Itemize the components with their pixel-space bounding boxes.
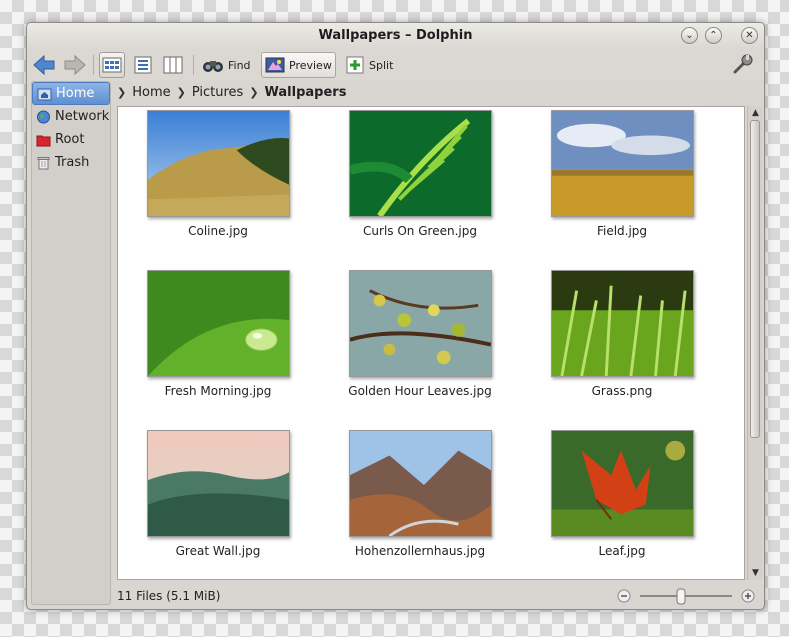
back-arrow-icon[interactable]	[32, 54, 56, 76]
forward-arrow-icon[interactable]	[63, 54, 87, 76]
file-item[interactable]: Fresh Morning.jpg	[138, 270, 298, 398]
file-item[interactable]: Field.jpg	[542, 110, 702, 238]
breadcrumb-chevron-icon: ❯	[117, 85, 127, 99]
dolphin-window: Wallpapers – Dolphin ⌄ ⌃ ✕ Find Preview …	[26, 22, 765, 610]
find-button[interactable]: Find	[199, 52, 254, 78]
file-name: Leaf.jpg	[598, 544, 646, 558]
columns-view-icon	[163, 56, 183, 74]
breadcrumb-chevron-icon: ❯	[176, 85, 186, 99]
columns-view-button[interactable]	[160, 52, 186, 78]
home-icon	[37, 88, 52, 100]
place-label: Trash	[55, 155, 90, 170]
thumbnail-hohenzollernhaus	[348, 430, 492, 537]
file-name: Field.jpg	[596, 224, 648, 238]
globe-icon	[37, 110, 50, 123]
breadcrumb-pictures[interactable]: Pictures	[192, 85, 243, 100]
wrench-icon[interactable]	[732, 53, 754, 75]
title-bar[interactable]: Wallpapers – Dolphin ⌄ ⌃ ✕	[27, 23, 764, 49]
file-item[interactable]: Leaf.jpg	[542, 430, 702, 558]
file-item[interactable]: Curls On Green.jpg	[340, 110, 500, 238]
file-view: Coline.jpg Curls On Green.jpg Field.jpg	[117, 106, 745, 580]
breadcrumb-home[interactable]: Home	[132, 85, 170, 100]
preview-label: Preview	[289, 58, 332, 72]
file-name: Grass.png	[591, 384, 653, 398]
place-network[interactable]: Network	[32, 105, 110, 128]
file-item[interactable]: Great Wall.jpg	[138, 430, 298, 558]
zoom-slider-handle	[676, 588, 686, 605]
place-label: Root	[55, 132, 85, 147]
file-item[interactable]: Coline.jpg	[138, 110, 298, 238]
icons-view-button[interactable]	[99, 52, 125, 78]
thumbnail-golden-hour-leaves	[348, 270, 492, 377]
file-name: Fresh Morning.jpg	[164, 384, 272, 398]
breadcrumb-wallpapers[interactable]: Wallpapers	[265, 85, 347, 100]
trash-icon	[37, 156, 50, 169]
split-label: Split	[369, 58, 394, 72]
minimize-button[interactable]: ⌄	[681, 27, 698, 44]
toolbar-separator	[93, 55, 94, 75]
place-home[interactable]: Home	[32, 82, 110, 105]
place-label: Network	[55, 109, 110, 124]
close-button[interactable]: ✕	[741, 27, 758, 44]
thumbnail-leaf	[550, 430, 694, 537]
window-title: Wallpapers – Dolphin	[318, 28, 473, 43]
file-name: Hohenzollernhaus.jpg	[354, 544, 486, 558]
file-name: Great Wall.jpg	[175, 544, 261, 558]
details-view-icon	[134, 56, 152, 74]
vertical-scrollbar[interactable]: ▲ ▼	[747, 106, 762, 580]
thumbnail-curls-on-green	[348, 110, 492, 217]
status-text: 11 Files (5.1 MiB)	[117, 589, 221, 603]
thumbnail-great-wall	[146, 430, 290, 537]
file-name: Curls On Green.jpg	[363, 224, 477, 238]
split-button[interactable]: Split	[342, 52, 396, 78]
find-label: Find	[228, 58, 251, 72]
toolbar-separator	[193, 55, 194, 75]
breadcrumb-chevron-icon: ❯	[249, 85, 259, 99]
scrollbar-thumb[interactable]	[750, 120, 760, 438]
place-label: Home	[56, 86, 95, 101]
place-trash[interactable]: Trash	[32, 151, 110, 174]
file-item[interactable]: Grass.png	[542, 270, 702, 398]
maximize-button[interactable]: ⌃	[705, 27, 722, 44]
scroll-up-icon[interactable]: ▲	[748, 106, 763, 120]
thumbnail-grass	[550, 270, 694, 377]
icons-view-icon	[102, 57, 122, 73]
breadcrumb: ❯ Home ❯ Pictures ❯ Wallpapers	[117, 82, 346, 102]
place-root[interactable]: Root	[32, 128, 110, 151]
file-name: Coline.jpg	[188, 224, 248, 238]
binoculars-icon	[203, 61, 223, 72]
scroll-down-icon[interactable]: ▼	[748, 566, 763, 580]
split-icon	[346, 56, 364, 74]
places-panel: Home Network Root Trash	[31, 81, 111, 605]
toolbar: Find Preview Split	[27, 49, 764, 81]
zoom-slider[interactable]	[616, 586, 756, 606]
thumbnail-field	[550, 110, 694, 217]
file-item[interactable]: Hohenzollernhaus.jpg	[340, 430, 500, 558]
preview-icon	[265, 57, 285, 73]
file-item[interactable]: Golden Hour Leaves.jpg	[340, 270, 500, 398]
preview-button[interactable]: Preview	[261, 52, 336, 78]
folder-red-icon	[36, 135, 51, 146]
thumbnail-fresh-morning	[146, 270, 290, 377]
thumbnail-coline	[146, 110, 290, 217]
file-name: Golden Hour Leaves.jpg	[348, 384, 492, 398]
details-view-button[interactable]	[130, 52, 156, 78]
